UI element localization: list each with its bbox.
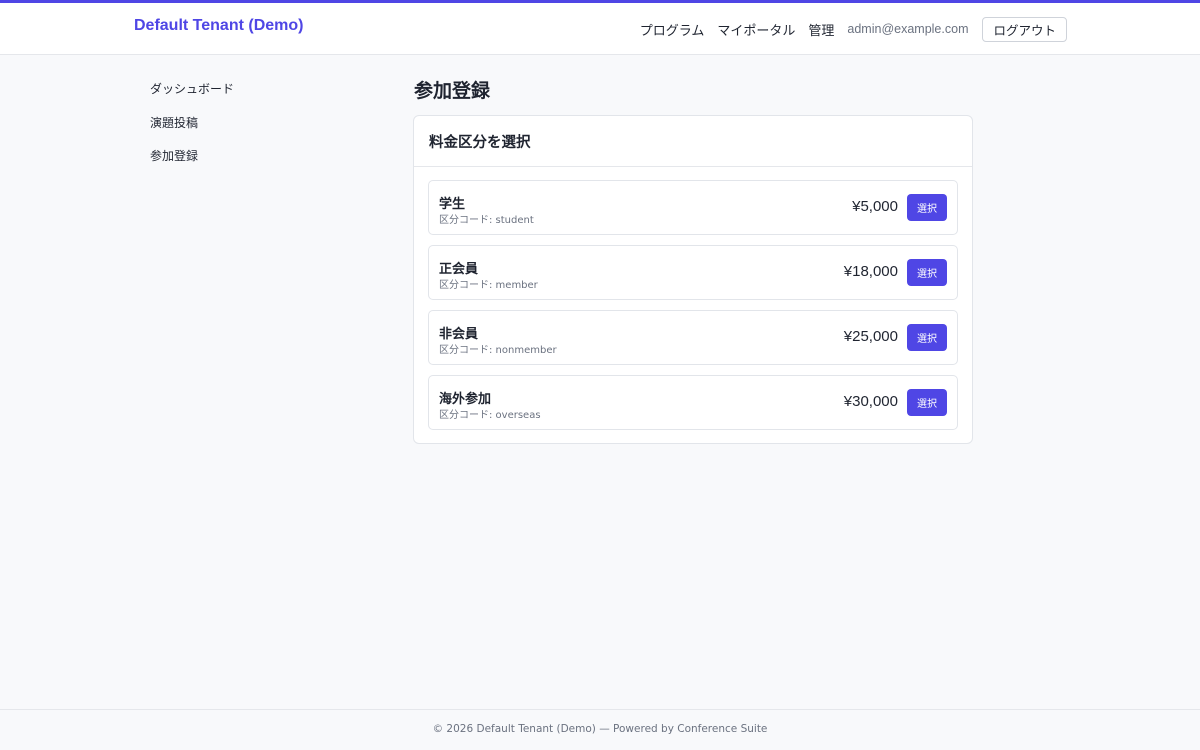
nav-link-my-portal[interactable]: マイポータル <box>717 20 795 39</box>
fee-category-price: ¥5,000 <box>852 198 898 215</box>
header-nav: プログラム マイポータル 管理 admin@example.com ログアウト <box>640 16 1067 42</box>
sidebar: ダッシュボード 演題投稿 参加登録 <box>150 80 350 181</box>
fee-category-list: 学生 区分コード: student ¥5,000 選択 正会員 区分コード: m… <box>414 167 972 430</box>
fee-category-code: 区分コード: member <box>439 280 538 291</box>
fee-category-price: ¥18,000 <box>843 263 898 280</box>
fee-category-item-member: 正会員 区分コード: member ¥18,000 選択 <box>428 245 958 300</box>
panel-header: 料金区分を選択 <box>414 116 972 167</box>
top-navigation-bar: Default Tenant (Demo) プログラム マイポータル 管理 ad… <box>0 0 1200 55</box>
fee-category-item-student: 学生 区分コード: student ¥5,000 選択 <box>428 180 958 235</box>
sidebar-item-abstract-submission[interactable]: 演題投稿 <box>150 114 350 132</box>
panel-title: 料金区分を選択 <box>429 134 531 151</box>
fee-category-code: 区分コード: nonmember <box>439 345 557 356</box>
select-button-student[interactable]: 選択 <box>907 194 947 221</box>
nav-link-program[interactable]: プログラム <box>640 20 705 39</box>
fee-category-name: 非会員 <box>439 327 479 342</box>
nav-link-admin[interactable]: 管理 <box>808 20 834 39</box>
fee-category-panel: 料金区分を選択 学生 区分コード: student ¥5,000 選択 正会員 … <box>413 115 973 444</box>
fee-category-code: 区分コード: student <box>439 215 534 226</box>
logout-button[interactable]: ログアウト <box>982 16 1067 42</box>
fee-category-code: 区分コード: overseas <box>439 410 541 421</box>
page-title: 参加登録 <box>414 80 491 102</box>
footer-copyright: © 2026 Default Tenant (Demo) — Powered b… <box>432 723 768 735</box>
sidebar-item-registration[interactable]: 参加登録 <box>150 147 350 165</box>
fee-category-price: ¥30,000 <box>843 393 898 410</box>
page-footer: © 2026 Default Tenant (Demo) — Powered b… <box>0 709 1200 750</box>
user-email: admin@example.com <box>847 22 969 36</box>
fee-category-name: 正会員 <box>439 262 479 277</box>
select-button-overseas[interactable]: 選択 <box>907 389 947 416</box>
select-button-member[interactable]: 選択 <box>907 259 947 286</box>
fee-category-name: 学生 <box>439 197 466 212</box>
sidebar-item-dashboard[interactable]: ダッシュボード <box>150 80 350 98</box>
fee-category-item-nonmember: 非会員 区分コード: nonmember ¥25,000 選択 <box>428 310 958 365</box>
fee-category-item-overseas: 海外参加 区分コード: overseas ¥30,000 選択 <box>428 375 958 430</box>
select-button-nonmember[interactable]: 選択 <box>907 324 947 351</box>
fee-category-price: ¥25,000 <box>843 328 898 345</box>
brand-logo-text[interactable]: Default Tenant (Demo) <box>134 17 303 35</box>
fee-category-name: 海外参加 <box>439 392 492 407</box>
